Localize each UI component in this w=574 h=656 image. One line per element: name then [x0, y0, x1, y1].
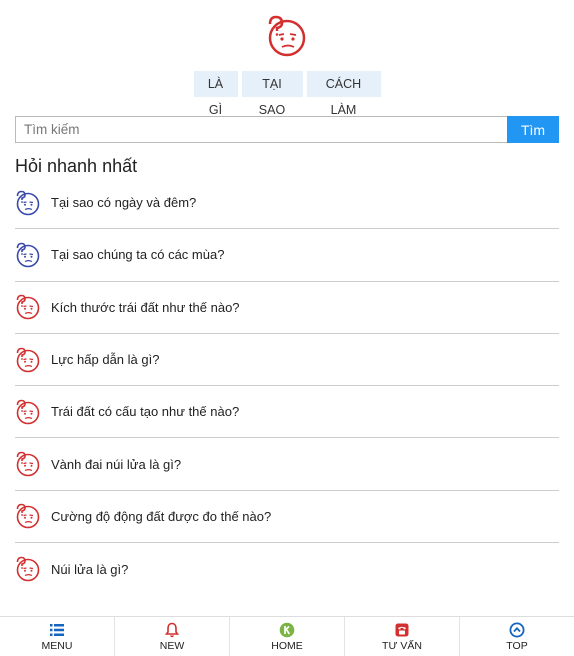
- search-button[interactable]: Tìm: [507, 116, 559, 143]
- search-bar: Tìm: [15, 116, 559, 143]
- nav-new-label: NEW: [159, 639, 185, 652]
- question-item[interactable]: Trái đất có cấu tạo như thế nào?: [15, 386, 559, 439]
- question-face-icon: [16, 451, 40, 477]
- phone-icon: [395, 623, 409, 636]
- category-tabs: LÀ GÌ TẠI SAO CÁCH LÀM: [0, 71, 574, 117]
- question-item[interactable]: Vành đai núi lửa là gì?: [15, 438, 559, 491]
- question-text: Kích thước trái đất như thế nào?: [51, 299, 240, 315]
- question-item[interactable]: Tại sao chúng ta có các mùa?: [15, 229, 559, 282]
- question-face-icon: [16, 294, 40, 320]
- question-face-icon: [16, 190, 40, 215]
- question-item[interactable]: Kích thước trái đất như thế nào?: [15, 282, 559, 334]
- question-face-icon: [16, 242, 40, 268]
- nav-tu-van-label: TƯ VẤN: [382, 639, 422, 652]
- home-k-icon: [279, 622, 295, 637]
- question-face-icon: [16, 504, 40, 529]
- nav-home-label: HOME: [271, 639, 303, 652]
- search-input[interactable]: [15, 116, 507, 143]
- question-item[interactable]: Cường độ động đất được đo thế nào?: [15, 491, 559, 544]
- bell-icon: [164, 622, 180, 637]
- question-text: Tại sao có ngày và đêm?: [51, 195, 197, 211]
- nav-top-label: TOP: [506, 639, 528, 652]
- logo-question-face-icon: [265, 14, 309, 58]
- question-face-icon: [16, 347, 40, 372]
- question-text: Lực hấp dẫn là gì?: [51, 352, 160, 368]
- nav-tu-van[interactable]: TƯ VẤN: [345, 617, 460, 656]
- question-item[interactable]: Núi lửa là gì?: [15, 543, 559, 595]
- nav-top[interactable]: TOP: [460, 617, 574, 656]
- nav-new[interactable]: NEW: [115, 617, 230, 656]
- question-item[interactable]: Lực hấp dẫn là gì?: [15, 334, 559, 387]
- nav-home[interactable]: HOME: [230, 617, 345, 656]
- question-item[interactable]: Tại sao có ngày và đêm?: [15, 177, 559, 230]
- question-text: Cường độ động đất được đo thế nào?: [51, 508, 272, 524]
- question-face-icon: [16, 399, 40, 425]
- question-face-icon: [16, 556, 40, 582]
- question-text: Trái đất có cấu tạo như thế nào?: [51, 404, 240, 420]
- section-title: Hỏi nhanh nhất: [15, 156, 138, 176]
- question-text: Vành đai núi lửa là gì?: [51, 456, 182, 472]
- question-list: Tại sao có ngày và đêm? Tại sao chúng ta …: [15, 177, 559, 595]
- question-text: Núi lửa là gì?: [51, 561, 129, 577]
- tab-tai-sao[interactable]: TẠI SAO: [241, 71, 303, 117]
- tab-la-gi[interactable]: LÀ GÌ: [193, 71, 238, 117]
- tab-cach-lam[interactable]: CÁCH LÀM: [306, 71, 381, 117]
- bottom-nav: MENU NEW HOME TƯ VẤN TOP: [0, 616, 574, 656]
- nav-menu[interactable]: MENU: [0, 617, 115, 656]
- nav-menu-label: MENU: [41, 639, 73, 652]
- question-text: Tại sao chúng ta có các mùa?: [51, 247, 225, 263]
- menu-list-icon: [50, 623, 64, 636]
- arrow-up-circle-icon: [509, 622, 525, 637]
